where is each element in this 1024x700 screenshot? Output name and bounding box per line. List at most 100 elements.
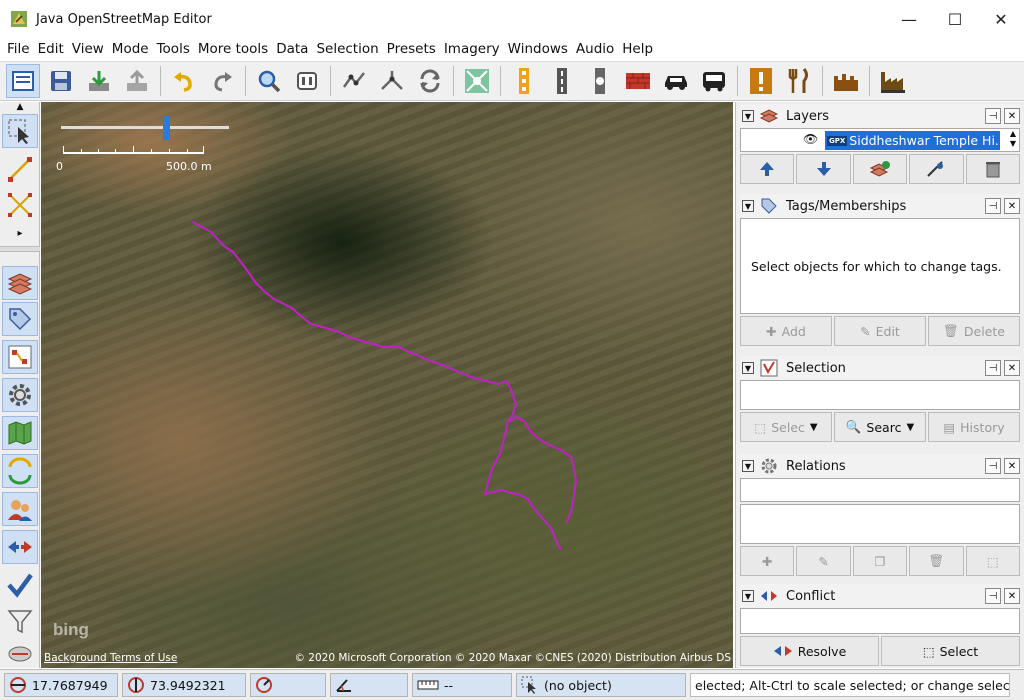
map-paint-icon[interactable] <box>460 64 494 98</box>
maximize-button[interactable]: ☐ <box>932 0 978 38</box>
delete-tag-button[interactable]: 🗑 Delete <box>928 316 1020 346</box>
close-button[interactable]: ✕ <box>978 0 1024 38</box>
pin-icon[interactable]: ⊣ <box>985 360 1001 376</box>
menu-tools[interactable]: Tools <box>153 41 194 57</box>
expand-arrow-icon[interactable]: ▸ <box>2 226 38 240</box>
pin-icon[interactable]: ⊣ <box>985 108 1001 124</box>
selection-list[interactable] <box>740 380 1020 410</box>
car-icon[interactable] <box>659 64 693 98</box>
edit-tag-button[interactable]: ✎ Edit <box>834 316 926 346</box>
relations-list[interactable] <box>740 504 1020 544</box>
collapse-toggle[interactable]: ▼ <box>742 110 754 122</box>
menu-presets[interactable]: Presets <box>383 41 440 57</box>
menu-imagery[interactable]: Imagery <box>440 41 504 57</box>
wall-icon[interactable] <box>621 64 655 98</box>
menu-more-tools[interactable]: More tools <box>194 41 272 57</box>
close-icon[interactable]: ✕ <box>1004 458 1020 474</box>
validator-icon[interactable] <box>2 568 38 602</box>
traffic-signal-icon[interactable] <box>507 64 541 98</box>
delete-relation-button[interactable]: 🗑 <box>909 546 964 576</box>
changeset-icon[interactable] <box>2 454 38 488</box>
add-tag-button[interactable]: ✚ Add <box>740 316 832 346</box>
user-icon[interactable] <box>2 492 38 526</box>
select-button[interactable]: ⬚ Selec ▼ <box>740 412 832 442</box>
pin-icon[interactable]: ⊣ <box>985 198 1001 214</box>
settings-gear-icon[interactable] <box>2 378 38 412</box>
split-way-icon[interactable] <box>337 64 371 98</box>
selection-list-icon[interactable] <box>2 340 38 374</box>
delete-layer-button[interactable] <box>965 154 1021 184</box>
combine-way-icon[interactable] <box>375 64 409 98</box>
pin-icon[interactable]: ⊣ <box>985 588 1001 604</box>
scroll-up-icon[interactable]: ▲ <box>2 102 38 112</box>
resolve-button[interactable]: Resolve <box>740 636 879 666</box>
close-icon[interactable]: ✕ <box>1004 588 1020 604</box>
background-terms-link[interactable]: Background Terms of Use <box>44 652 177 664</box>
factory-icon[interactable] <box>876 64 910 98</box>
toggle-visibility-button[interactable] <box>909 154 964 184</box>
eye-icon[interactable]: 👁 <box>803 132 818 146</box>
menu-data[interactable]: Data <box>272 41 312 57</box>
undo-icon[interactable] <box>167 64 201 98</box>
move-up-button[interactable] <box>740 154 795 184</box>
preferences-icon[interactable] <box>290 64 324 98</box>
crossing-icon[interactable] <box>583 64 617 98</box>
zoom-slider-knob[interactable] <box>163 116 170 140</box>
history-button[interactable]: ▤ History <box>928 412 1020 442</box>
select-members-button[interactable]: ⬚ <box>965 546 1021 576</box>
map-icon[interactable] <box>2 416 38 450</box>
search-icon: 🔍 <box>845 419 862 434</box>
filter-icon[interactable] <box>2 604 38 638</box>
close-icon[interactable]: ✕ <box>1004 198 1020 214</box>
upload-icon[interactable] <box>120 64 154 98</box>
zoom-icon[interactable] <box>252 64 286 98</box>
restaurant-icon[interactable] <box>782 64 816 98</box>
merge-layer-button[interactable] <box>852 154 908 184</box>
conflict-select-button[interactable]: ⬚ Select <box>881 636 1020 666</box>
new-relation-button[interactable]: ✚ <box>740 546 795 576</box>
menu-file[interactable]: File <box>3 41 34 57</box>
tags-icon[interactable] <box>2 302 38 336</box>
layers-icon[interactable] <box>2 266 38 300</box>
menu-windows[interactable]: Windows <box>504 41 572 57</box>
collapse-toggle[interactable]: ▼ <box>742 362 754 374</box>
duplicate-relation-button[interactable]: ❐ <box>852 546 908 576</box>
improve-way-icon[interactable] <box>2 188 38 222</box>
minimap-icon[interactable] <box>2 640 38 666</box>
relations-filter[interactable] <box>740 478 1020 502</box>
collapse-toggle[interactable]: ▼ <box>742 590 754 602</box>
select-mode-icon[interactable] <box>2 114 38 148</box>
open-file-icon[interactable] <box>6 64 40 98</box>
heading-field <box>250 673 326 697</box>
collapse-toggle[interactable]: ▼ <box>742 200 754 212</box>
layer-item[interactable]: GPX Siddheshwar Temple Hi... <box>825 131 1000 150</box>
menu-selection[interactable]: Selection <box>312 41 382 57</box>
menu-audio[interactable]: Audio <box>572 41 618 57</box>
close-icon[interactable]: ✕ <box>1004 360 1020 376</box>
road-icon[interactable] <box>545 64 579 98</box>
search-button[interactable]: 🔍 Searc ▼ <box>834 412 926 442</box>
draw-mode-icon[interactable] <box>2 152 38 186</box>
collapse-toggle[interactable]: ▼ <box>742 460 754 472</box>
edit-relation-button[interactable]: ✎ <box>796 546 851 576</box>
bus-icon[interactable] <box>697 64 731 98</box>
save-icon[interactable] <box>44 64 78 98</box>
reverse-way-icon[interactable] <box>413 64 447 98</box>
zoom-slider[interactable] <box>61 126 229 129</box>
menu-edit[interactable]: Edit <box>34 41 68 57</box>
list-scroll-icon[interactable]: ▲ ▼ <box>1010 129 1016 149</box>
conflict-list[interactable] <box>740 608 1020 634</box>
conflict-icon[interactable] <box>2 530 38 564</box>
menu-mode[interactable]: Mode <box>108 41 153 57</box>
minimize-button[interactable]: — <box>886 0 932 38</box>
menu-help[interactable]: Help <box>618 41 657 57</box>
close-icon[interactable]: ✕ <box>1004 108 1020 124</box>
download-icon[interactable] <box>82 64 116 98</box>
pin-icon[interactable]: ⊣ <box>985 458 1001 474</box>
warning-icon[interactable] <box>744 64 778 98</box>
redo-icon[interactable] <box>205 64 239 98</box>
castle-icon[interactable] <box>829 64 863 98</box>
map-view[interactable]: 0 500.0 m bing Background Terms of Use ©… <box>41 102 733 668</box>
menu-view[interactable]: View <box>68 41 108 57</box>
move-down-button[interactable] <box>796 154 851 184</box>
